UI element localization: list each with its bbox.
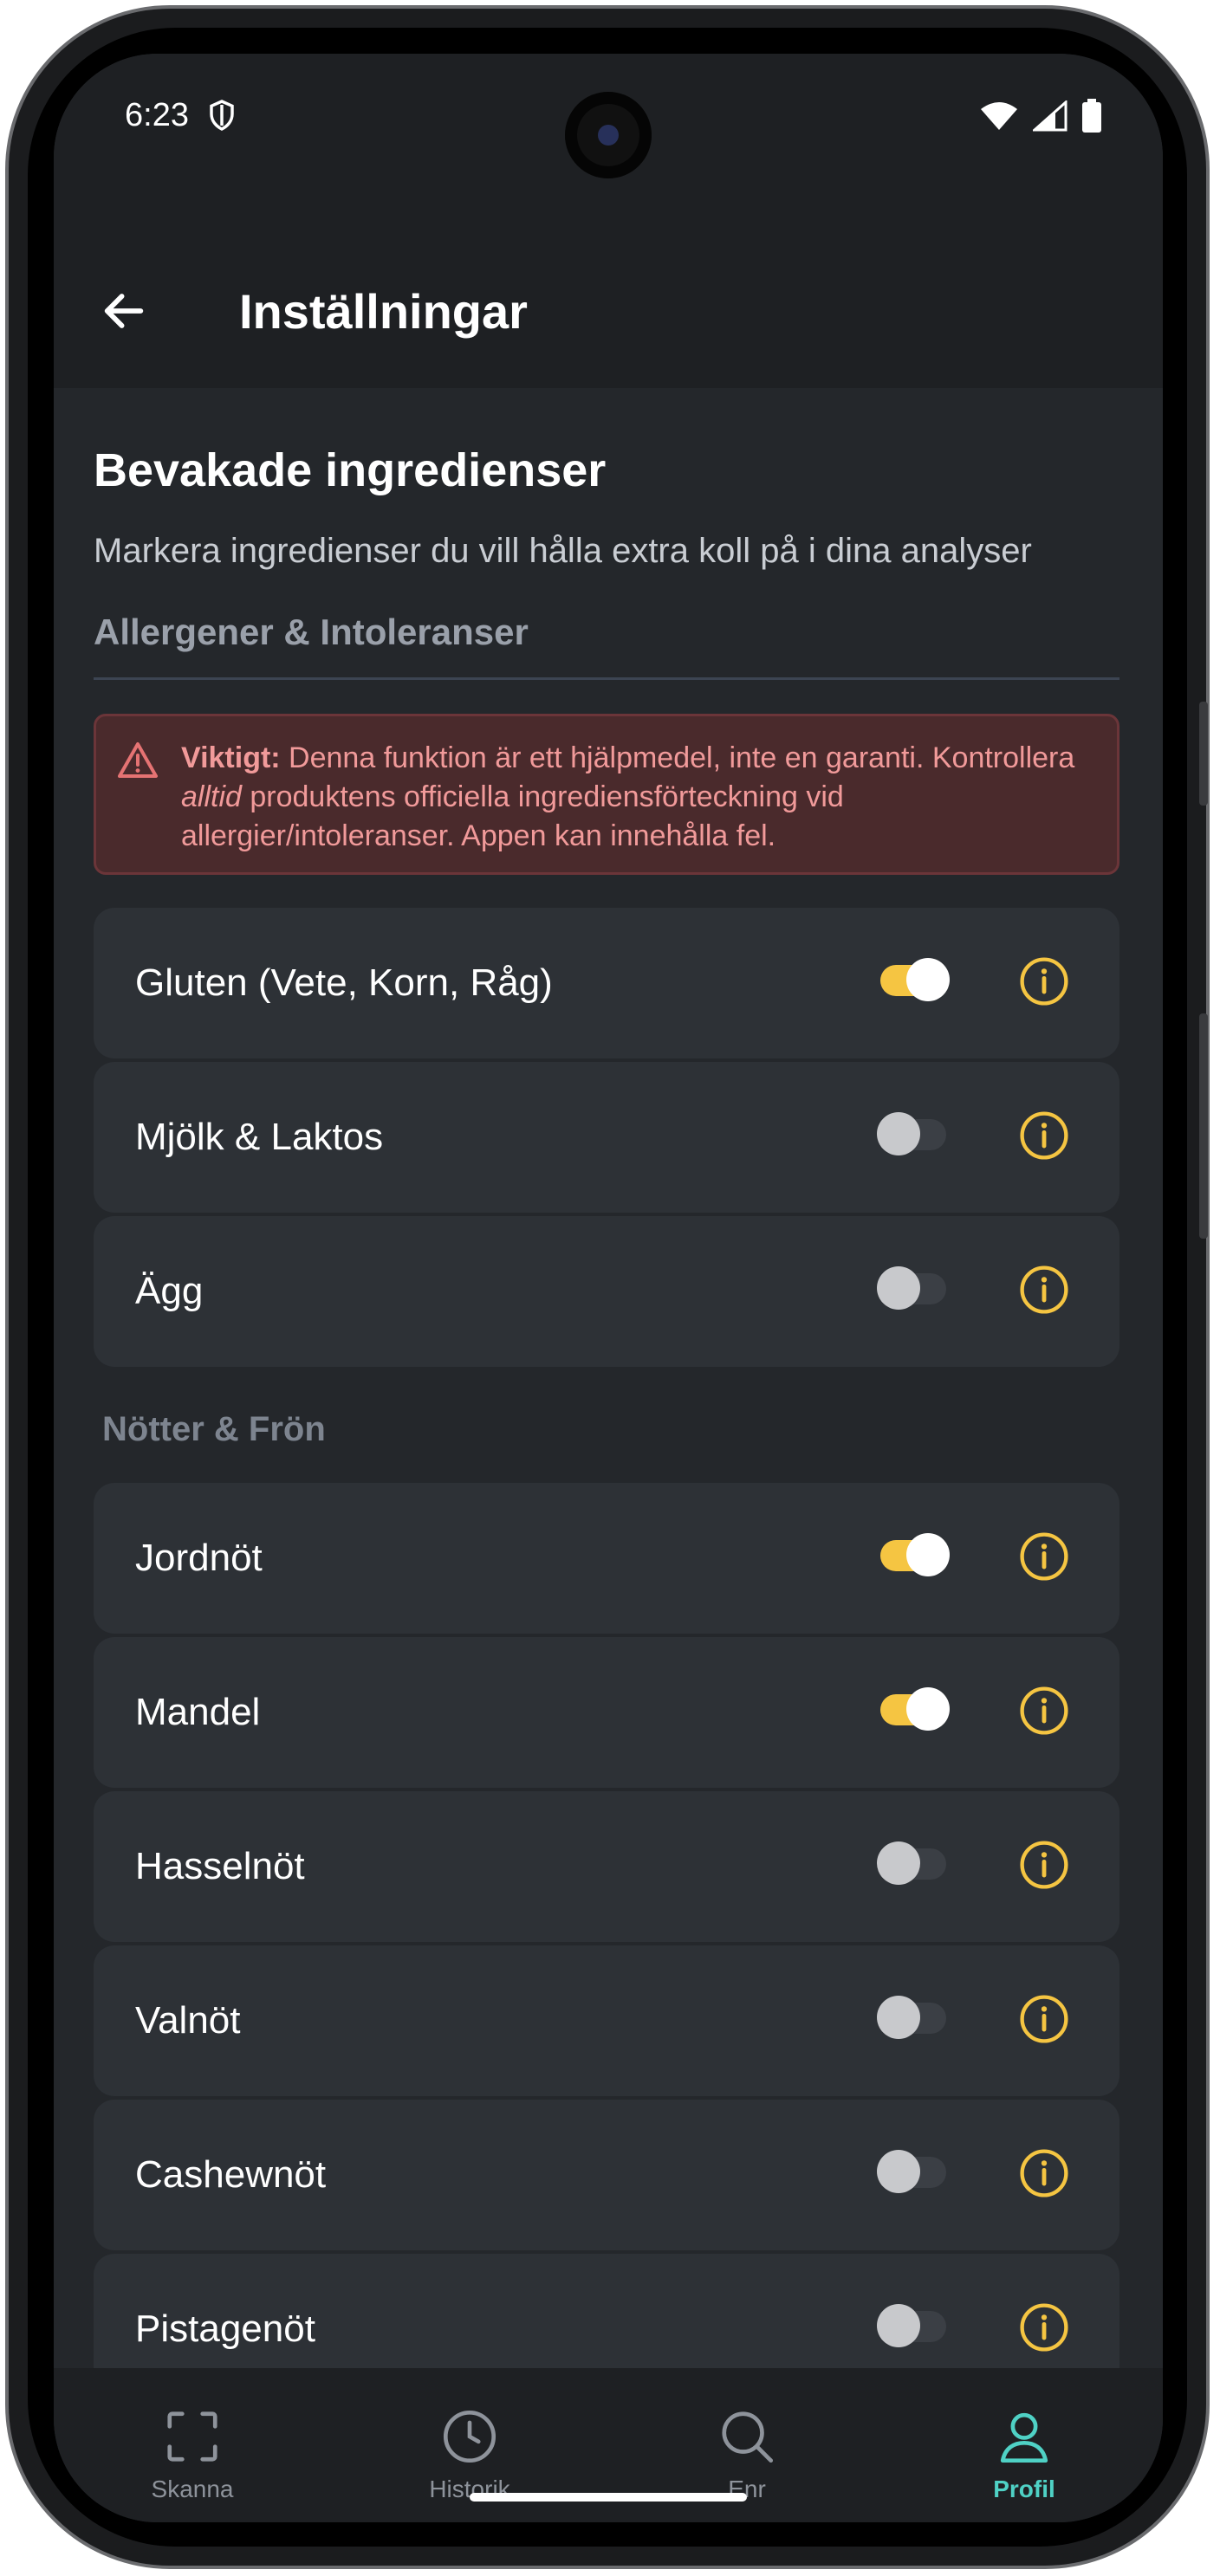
toggle-pistachio[interactable]: [877, 2304, 946, 2347]
ingredient-row-gluten: Gluten (Vete, Korn, Råg): [94, 908, 1119, 1058]
ingredient-row-peanut: Jordnöt: [94, 1483, 1119, 1634]
toggle-knob: [877, 2304, 920, 2347]
home-indicator[interactable]: [470, 2493, 747, 2502]
toggle-walnut[interactable]: [877, 1996, 946, 2039]
ingredient-label: Hasselnöt: [135, 1845, 305, 1887]
section-title: Bevakade ingredienser: [94, 444, 607, 496]
warning-part2: produktens officiella ingrediensförteckn…: [181, 780, 844, 852]
ingredient-row-walnut: Valnöt: [94, 1945, 1119, 2096]
toggle-knob: [877, 1996, 920, 2039]
status-time: 6:23: [125, 97, 189, 133]
battery-icon: [1082, 99, 1101, 133]
clock-icon: [443, 2410, 496, 2463]
ingredient-row-hazelnut: Hasselnöt: [94, 1791, 1119, 1942]
info-icon[interactable]: [1019, 2302, 1069, 2353]
warning-box: Viktigt: Denna funktion är ett hjälpmede…: [94, 714, 1119, 875]
ingredient-label: Ägg: [135, 1270, 204, 1312]
app-bar: Inställningar: [54, 184, 1163, 388]
toggle-knob: [877, 1266, 920, 1310]
system-icons: [979, 99, 1102, 133]
section-description: Markera ingredienser du vill hålla extra…: [94, 532, 1032, 570]
toggle-gluten[interactable]: [880, 958, 950, 1001]
toggle-knob: [906, 1533, 950, 1576]
category-heading-nuts: Nötter & Frön: [102, 1410, 326, 1448]
info-icon[interactable]: [1019, 1531, 1069, 1582]
toggle-milk[interactable]: [877, 1112, 946, 1155]
scan-icon: [167, 2411, 217, 2462]
toggle-knob: [906, 958, 950, 1001]
category-heading-allergens: Allergener & Intoleranser: [94, 612, 529, 652]
info-icon[interactable]: [1019, 1994, 1069, 2044]
toggle-knob: [877, 1112, 920, 1155]
search-icon: [722, 2411, 774, 2463]
signal-icon: [1033, 100, 1068, 132]
ingredient-row-milk: Mjölk & Laktos: [94, 1062, 1119, 1213]
ingredient-label: Jordnöt: [135, 1537, 263, 1579]
warning-icon: [118, 742, 158, 778]
person-icon: [1000, 2412, 1048, 2463]
tab-label: Skanna: [151, 2476, 234, 2502]
toggle-cashew[interactable]: [877, 2150, 946, 2193]
back-arrow-icon[interactable]: [99, 286, 149, 336]
toggle-hazelnut[interactable]: [877, 1841, 946, 1885]
wifi-icon: [981, 102, 1017, 130]
info-icon[interactable]: [1019, 1840, 1069, 1890]
toggle-knob: [906, 1687, 950, 1731]
toggle-egg[interactable]: [877, 1266, 946, 1310]
warning-text: Viktigt: Denna funktion är ett hjälpmede…: [181, 739, 1096, 856]
toggle-almond[interactable]: [880, 1687, 950, 1731]
ingredient-label: Valnöt: [135, 1999, 241, 2042]
ingredient-row-almond: Mandel: [94, 1637, 1119, 1788]
shield-icon: [210, 100, 234, 131]
toggle-knob: [877, 2150, 920, 2193]
info-icon[interactable]: [1019, 2148, 1069, 2198]
power-button: [1199, 702, 1208, 806]
toggle-peanut[interactable]: [880, 1533, 950, 1576]
warning-part1: Denna funktion är ett hjälpmedel, inte e…: [280, 741, 1075, 774]
ingredient-label: Gluten (Vete, Korn, Råg): [135, 961, 553, 1004]
warning-strong: Viktigt:: [181, 741, 281, 774]
divider: [94, 677, 1119, 680]
ingredient-label: Mandel: [135, 1691, 261, 1733]
warning-emphasis: alltid: [181, 780, 242, 813]
info-icon[interactable]: [1019, 1686, 1069, 1736]
info-icon[interactable]: [1019, 1265, 1069, 1315]
ingredient-row-cashew: Cashewnöt: [94, 2100, 1119, 2250]
info-icon[interactable]: [1019, 956, 1069, 1006]
ingredient-row-egg: Ägg: [94, 1216, 1119, 1367]
tab-skanna[interactable]: Skanna: [54, 2368, 331, 2522]
status-bar: 6:23: [54, 54, 1163, 184]
front-camera: [565, 92, 652, 178]
toggle-knob: [877, 1841, 920, 1885]
page-title: Inställningar: [239, 284, 528, 339]
ingredient-label: Mjölk & Laktos: [135, 1116, 384, 1158]
screen: 6:23 Inställningar Bevakade ingredienser…: [54, 54, 1163, 2522]
volume-button: [1199, 1013, 1208, 1239]
tab-profil[interactable]: Profil: [886, 2368, 1163, 2522]
tab-label: Profil: [993, 2476, 1055, 2502]
ingredient-label: Cashewnöt: [135, 2153, 327, 2196]
info-icon[interactable]: [1019, 1110, 1069, 1161]
